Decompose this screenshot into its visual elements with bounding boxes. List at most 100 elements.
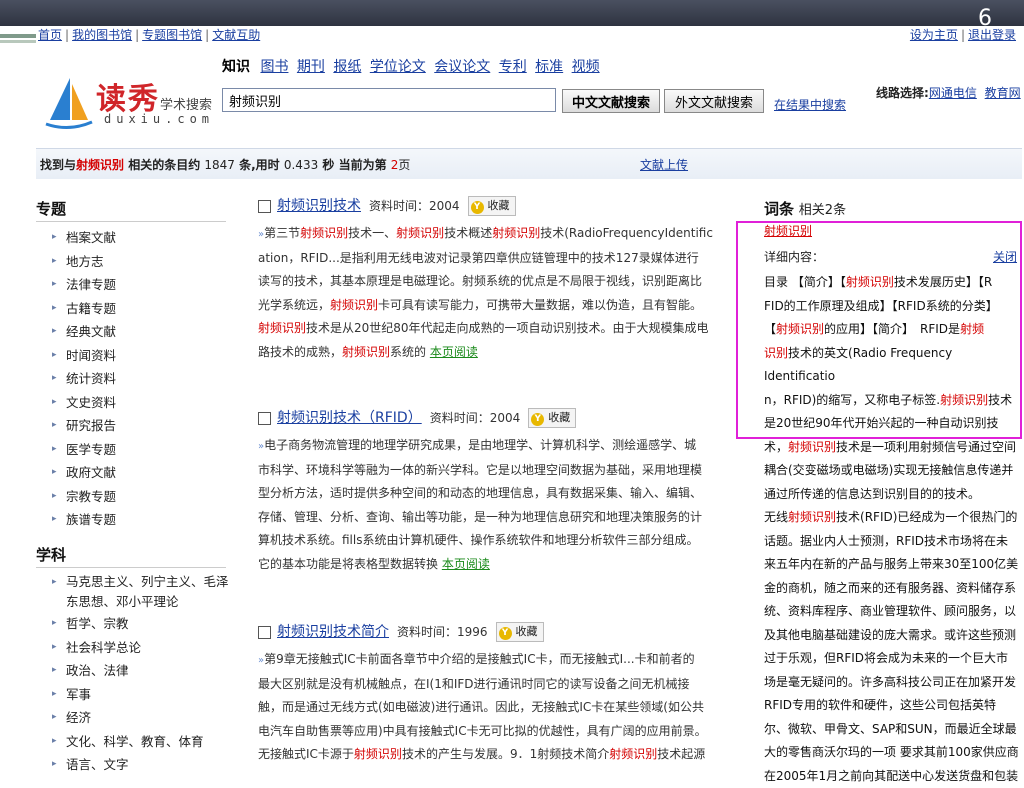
text-segment: 第三节 [264,226,300,240]
text-line: 最大区别就是没有机械触点，在I(1和IFD进行通讯时同它的读写设备之间无机械接 [258,673,726,697]
text-line: RFID专用的软件和硬件，这些公司包括英特 [764,694,1022,718]
set-homepage-link[interactable]: 设为主页 [910,28,958,42]
sidebar-topic-item[interactable]: 法律专题 [56,273,116,297]
entries-heading: 词条 相关2条 [764,198,846,219]
search-input[interactable] [222,88,556,112]
sidebar-topic-item[interactable]: 宗教专题 [56,485,116,509]
sidebar-topic-item[interactable]: 地方志 [56,250,116,274]
nav-doc-help-link[interactable]: 文献互助 [212,28,260,42]
category-books[interactable]: 图书 [260,59,288,75]
sidebar-topic-item[interactable]: 统计资料 [56,367,116,391]
text-line: »第三节射频识别技术一、射频识别技术概述射频识别技术(RadioFrequenc… [258,222,726,247]
text-line: 它的基本功能是将表格型数据转换 本页阅读 [258,553,726,577]
sidebar-topic-item[interactable]: 古籍专题 [56,297,116,321]
favorite-button[interactable]: Y收藏 [468,196,516,216]
text-line: 大的零售商沃尔玛的一项 要求其前100家供应商 [764,741,1022,765]
favorite-button[interactable]: Y收藏 [528,408,576,428]
read-page-link[interactable]: 本页阅读 [430,345,478,359]
category-standards[interactable]: 标准 [535,59,563,75]
sidebar-topic-item[interactable]: 族谱专题 [56,508,116,532]
sidebar-topic-item[interactable]: 医学专题 [56,438,116,462]
line-selector: 线路选择:网通电信 教育网 [876,84,1021,101]
text-segment: 及其他电脑基础建设的庞大需求。或许这些预测 [764,628,1016,642]
text-line: 来五年内在新的产品与服务上带来30至100亿美 [764,553,1022,577]
text-line: 读写的技术，其基本原理是电磁理论。射频系统的优点是不局限于视线，识别距离比 [258,270,726,294]
highlighted-term: 射频识别 [788,510,836,524]
sidebar-subject-item[interactable]: 文化、科学、教育、体育 [56,730,236,754]
text-segment: 型分析方法，适时提供多种空间的和动态的地理信息，具有数据采集、输入、编辑、 [258,486,702,500]
category-newspapers[interactable]: 报纸 [333,59,361,75]
sidebar-subject-item[interactable]: 经济 [56,706,236,730]
text-segment: 技术是一项利用射频信号通过空间 [836,440,1016,454]
chinese-search-button[interactable]: 中文文献搜索 [562,89,660,113]
search-in-results-link[interactable]: 在结果中搜索 [774,96,846,113]
result-title[interactable]: 射频识别技术 [277,198,361,214]
slide-accent-line [0,34,36,38]
sidebar-subject-item[interactable]: 社会科学总论 [56,636,236,660]
text-line: 型分析方法，适时提供多种空间的和动态的地理信息，具有数据采集、输入、编辑、 [258,482,726,506]
slide-title-bar: 6 [0,0,1024,26]
result-checkbox[interactable] [258,626,271,639]
sidebar-topic-item[interactable]: 研究报告 [56,414,116,438]
sidebar-subject-item[interactable]: 马克思主义、列宁主义、毛泽东思想、邓小平理论 [56,572,236,612]
result-date: 资料时间：1996 [397,625,488,639]
highlighted-term: 射频识别 [788,440,836,454]
text-segment: 技术(RadioFrequencyIdentific [540,226,713,240]
document-upload-link[interactable]: 文献上传 [640,156,688,173]
nav-topic-library-link[interactable]: 专题图书馆 [142,28,202,42]
line-selector-label: 线路选择: [876,86,929,100]
foreign-search-button[interactable]: 外文文献搜索 [664,89,764,113]
line-option-telecom[interactable]: 网通电信 [929,86,977,100]
category-tabs: 知识 图书 期刊 报纸 学位论文 会议论文 专利 标准 视频 [222,56,604,76]
category-patents[interactable]: 专利 [499,59,527,75]
sidebar-topic-item[interactable]: 档案文献 [56,226,116,250]
category-theses[interactable]: 学位论文 [370,59,426,75]
sidebar-topic-item[interactable]: 经典文献 [56,320,116,344]
sidebar-subject-item[interactable]: 哲学、宗教 [56,612,236,636]
duxiu-logo[interactable]: 读秀学术搜索 duxiu.com [44,72,214,132]
result-title[interactable]: 射频识别技术（RFID） [277,410,422,426]
sidebar-topic-item[interactable]: 政府文献 [56,461,116,485]
text-segment: 市科学、环境科学等融为一体的新兴学科。它是以地理空间数据为基础，采用地理模 [258,463,702,477]
result-item-3: 射频识别技术简介资料时间：1996Y收藏 »第9章无接触式IC卡前面各章节中介绍… [258,620,726,767]
category-videos[interactable]: 视频 [572,59,600,75]
highlighted-term: 射频识别 [342,345,390,359]
read-page-link[interactable]: 本页阅读 [442,557,490,571]
sidebar-topic-item[interactable]: 文史资料 [56,391,116,415]
nav-home-link[interactable]: 首页 [38,28,62,42]
text-line: 触，而是通过无线方式(如电磁波)进行通讯。因此，无接触式IC卡在某些领域(如公共 [258,696,726,720]
sidebar-subject-item[interactable]: 军事 [56,683,236,707]
favorite-button[interactable]: Y收藏 [496,622,544,642]
sidebar-topic-item[interactable]: 时闻资料 [56,344,116,368]
result-checkbox[interactable] [258,200,271,213]
highlighted-term: 射频识别 [396,226,444,240]
text-line: 路技术的成熟，射频识别系统的 本页阅读 [258,341,726,365]
text-line: 通过所传递的信息达到识别目的的技术。 [764,483,1022,507]
result-summary: 找到与射频识别 相关的条目约 1847 条,用时 0.433 秒 当前为第 2页 [40,156,410,173]
logout-link[interactable]: 退出登录 [968,28,1016,42]
result-date: 资料时间：2004 [430,411,521,425]
category-conference[interactable]: 会议论文 [434,59,490,75]
category-knowledge[interactable]: 知识 [222,59,250,75]
highlighted-term: 射频识别 [258,321,306,335]
line-option-edu[interactable]: 教育网 [985,86,1021,100]
slide-accent-line-2 [0,40,36,43]
text-segment: 触，而是通过无线方式(如电磁波)进行通讯。因此，无接触式IC卡在某些领域(如公共 [258,700,704,714]
highlighted-term: 射频识别 [492,226,540,240]
text-line: 金的商机，随之而来的还有服务器、资料储存系 [764,577,1022,601]
highlighted-term: 射频识别 [354,747,402,761]
sidebar-subject-item[interactable]: 政治、法律 [56,659,236,683]
text-line: 耦合(交变磁场或电磁场)实现无接触信息传递并 [764,459,1022,483]
text-line: 在2005年1月之前向其配送中心发送货盘和包装 [764,765,1022,788]
sidebar-subject-item[interactable]: 语言、文字 [56,753,236,777]
subjects-list: 马克思主义、列宁主义、毛泽东思想、邓小平理论哲学、宗教社会科学总论政治、法律军事… [56,572,236,777]
entries-count: 相关2条 [799,203,846,218]
text-segment: 技术的产生与发展。9．1射频技术简介 [402,747,609,761]
topics-heading: 专题 [36,198,66,219]
result-checkbox[interactable] [258,412,271,425]
result-snippet: »第三节射频识别技术一、射频识别技术概述射频识别技术(RadioFrequenc… [258,222,726,364]
text-line: 算机技术系统。fills系统由计算机硬件、操作系统软件和地理分析软件三部分组成。 [258,529,726,553]
category-journals[interactable]: 期刊 [297,59,325,75]
result-title[interactable]: 射频识别技术简介 [277,624,389,640]
nav-my-library-link[interactable]: 我的图书馆 [72,28,132,42]
